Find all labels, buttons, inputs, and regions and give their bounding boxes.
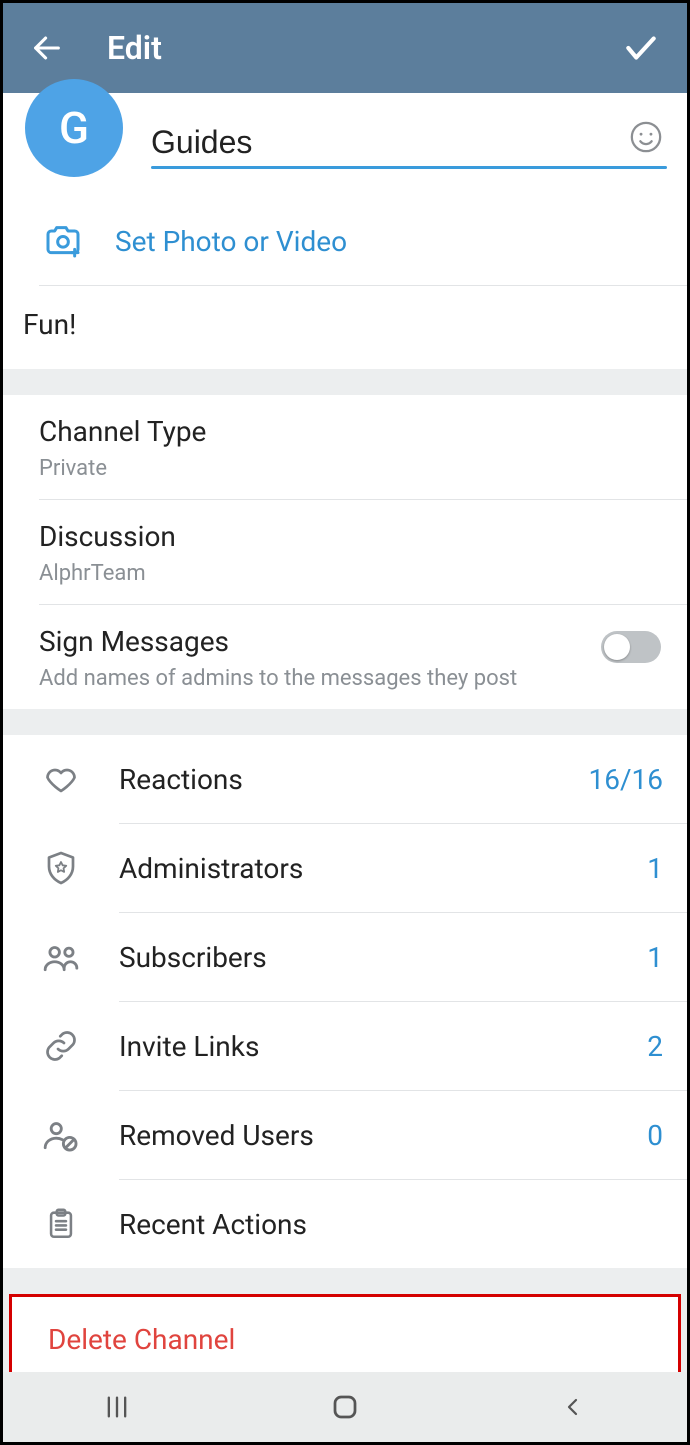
nav-back-button[interactable] bbox=[543, 1387, 603, 1427]
discussion-label: Discussion bbox=[39, 520, 665, 553]
administrators-label: Administrators bbox=[119, 852, 647, 885]
input-underline bbox=[151, 166, 667, 169]
clipboard-icon bbox=[39, 1202, 83, 1246]
recent-actions-row[interactable]: Recent Actions bbox=[3, 1180, 687, 1268]
back-button[interactable] bbox=[27, 28, 67, 68]
reactions-label: Reactions bbox=[119, 763, 589, 796]
reactions-value: 16/16 bbox=[589, 763, 664, 796]
discussion-value: AlphrTeam bbox=[39, 561, 665, 586]
page-title: Edit bbox=[107, 29, 619, 67]
home-button[interactable] bbox=[315, 1387, 375, 1427]
link-icon bbox=[39, 1024, 83, 1068]
people-icon bbox=[39, 935, 83, 979]
heart-icon bbox=[39, 757, 83, 801]
camera-icon bbox=[41, 219, 85, 263]
avatar-letter: G bbox=[59, 102, 89, 154]
section-gap bbox=[3, 709, 687, 735]
channel-avatar[interactable]: G bbox=[25, 79, 123, 177]
removed-users-label: Removed Users bbox=[119, 1119, 647, 1152]
administrators-row[interactable]: Administrators 1 bbox=[3, 824, 687, 912]
confirm-button[interactable] bbox=[619, 26, 663, 70]
channel-name-input[interactable] bbox=[151, 120, 624, 169]
sign-messages-row[interactable]: Sign Messages Add names of admins to the… bbox=[3, 605, 687, 709]
section-gap bbox=[3, 1268, 687, 1294]
delete-channel-label: Delete Channel bbox=[48, 1323, 656, 1356]
channel-description[interactable]: Fun! bbox=[3, 286, 687, 369]
sign-messages-sub: Add names of admins to the messages they… bbox=[39, 666, 601, 691]
sign-messages-toggle[interactable] bbox=[601, 631, 661, 663]
invite-links-label: Invite Links bbox=[119, 1030, 647, 1063]
system-navbar bbox=[3, 1372, 687, 1442]
channel-type-row[interactable]: Channel Type Private bbox=[3, 395, 687, 499]
recents-button[interactable] bbox=[87, 1387, 147, 1427]
channel-type-label: Channel Type bbox=[39, 415, 665, 448]
administrators-value: 1 bbox=[647, 852, 663, 885]
subscribers-label: Subscribers bbox=[119, 941, 647, 974]
set-photo-label: Set Photo or Video bbox=[115, 225, 347, 258]
shield-star-icon bbox=[39, 846, 83, 890]
section-gap bbox=[3, 369, 687, 395]
subscribers-value: 1 bbox=[647, 941, 663, 974]
reactions-row[interactable]: Reactions 16/16 bbox=[3, 735, 687, 823]
discussion-row[interactable]: Discussion AlphrTeam bbox=[3, 500, 687, 604]
invite-links-value: 2 bbox=[647, 1030, 663, 1063]
subscribers-row[interactable]: Subscribers 1 bbox=[3, 913, 687, 1001]
person-blocked-icon bbox=[39, 1113, 83, 1157]
recent-actions-label: Recent Actions bbox=[119, 1208, 663, 1241]
set-photo-row[interactable]: Set Photo or Video bbox=[3, 201, 687, 285]
removed-users-value: 0 bbox=[647, 1119, 663, 1152]
emoji-button[interactable] bbox=[627, 118, 665, 156]
channel-type-value: Private bbox=[39, 456, 665, 481]
removed-users-row[interactable]: Removed Users 0 bbox=[3, 1091, 687, 1179]
sign-messages-label: Sign Messages bbox=[39, 625, 601, 658]
invite-links-row[interactable]: Invite Links 2 bbox=[3, 1002, 687, 1090]
